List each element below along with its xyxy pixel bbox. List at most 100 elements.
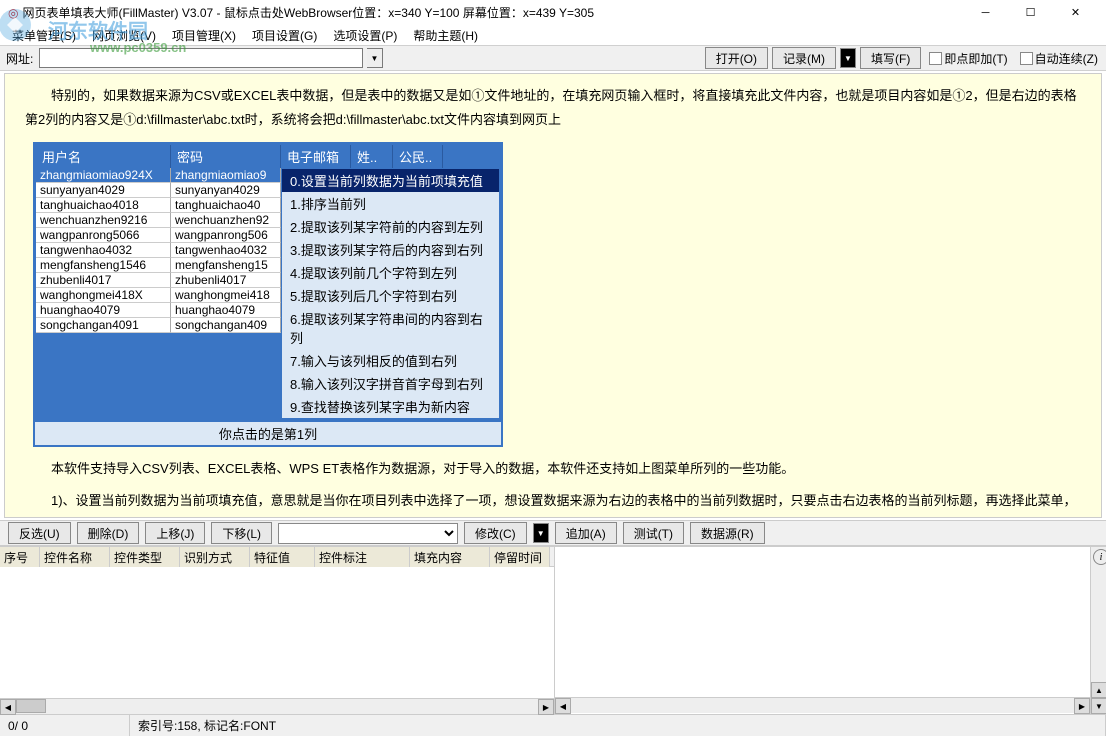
context-item[interactable]: 2.提取该列某字符前的内容到左列 (282, 215, 499, 238)
table-row[interactable]: wanghongmei418Xwanghongmei418 (36, 288, 281, 303)
context-item[interactable]: 0.设置当前列数据为当前项填充值 (282, 169, 499, 192)
auto-continuous-checkbox[interactable] (1020, 52, 1033, 65)
grid-body[interactable] (0, 567, 554, 698)
context-item[interactable]: 4.提取该列前几个字符到左列 (282, 261, 499, 284)
scroll-right-icon[interactable]: ▶ (538, 699, 554, 715)
cell-pass: tangwenhao4032 (171, 243, 281, 258)
menu-project[interactable]: 项目管理(X) (164, 25, 244, 46)
field-select[interactable] (278, 523, 458, 544)
table-row[interactable]: wenchuanzhen9216wenchuanzhen92 (36, 213, 281, 228)
context-menu: 0.设置当前列数据为当前项填充值1.排序当前列2.提取该列某字符前的内容到左列3… (281, 168, 500, 419)
scroll-up-icon[interactable]: ▲ (1091, 682, 1106, 698)
close-button[interactable]: ✕ (1053, 0, 1098, 25)
col-email[interactable]: 电子邮箱 (281, 145, 351, 168)
context-item[interactable]: 1.排序当前列 (282, 192, 499, 215)
context-item[interactable]: 8.输入该列汉字拼音首字母到右列 (282, 372, 499, 395)
cell-pass: songchangan409 (171, 318, 281, 333)
data-header: 用户名 密码 电子邮箱 姓.. 公民.. (36, 145, 500, 168)
cell-pass: huanghao4079 (171, 303, 281, 318)
test-button[interactable]: 测试(T) (623, 522, 684, 544)
cell-user: mengfansheng1546 (36, 258, 171, 273)
right-scrollbar-h[interactable]: ◀ ▶ (555, 697, 1090, 713)
cell-user: tangwenhao4032 (36, 243, 171, 258)
cell-pass: wenchuanzhen92 (171, 213, 281, 228)
scroll-thumb[interactable] (16, 699, 46, 713)
cell-user: tanghuaichao4018 (36, 198, 171, 213)
context-item[interactable]: 6.提取该列某字符串间的内容到右列 (282, 307, 499, 349)
context-item[interactable]: 5.提取该列后几个字符到右列 (282, 284, 499, 307)
col-password[interactable]: 密码 (171, 145, 281, 168)
scroll-right-icon[interactable]: ▶ (1074, 698, 1090, 714)
grid-col-header[interactable]: 停留时间 (490, 547, 550, 567)
table-row[interactable]: zhangmiaomiao924Xzhangmiaomiao9 (36, 168, 281, 183)
content-area: 特别的，如果数据来源为CSV或EXCEL表中数据，但是表中的数据又是如①文件地址… (4, 73, 1102, 518)
preview-pane[interactable]: ◀ ▶ (555, 547, 1090, 714)
grid-col-header[interactable]: 序号 (0, 547, 40, 567)
scroll-down-icon[interactable]: ▼ (1091, 698, 1106, 714)
menu-project-settings[interactable]: 项目设置(G) (244, 25, 325, 46)
grid-col-header[interactable]: 控件标注 (315, 547, 410, 567)
data-block: 用户名 密码 电子邮箱 姓.. 公民.. zhangmiaomiao924Xzh… (33, 142, 503, 447)
cell-user: zhangmiaomiao924X (36, 168, 171, 183)
menu-manage[interactable]: 菜单管理(S) (4, 25, 84, 46)
right-pane: ◀ ▶ i ▲ ▼ (555, 547, 1106, 714)
context-item[interactable]: 9.查找替换该列某字串为新内容 (282, 395, 499, 418)
col-extra[interactable]: 公民.. (393, 145, 443, 168)
cell-user: zhubenli4017 (36, 273, 171, 288)
url-dropdown[interactable]: ▼ (367, 48, 383, 68)
table-row[interactable]: songchangan4091songchangan409 (36, 318, 281, 333)
grid-col-header[interactable]: 填充内容 (410, 547, 490, 567)
table-row[interactable]: huanghao4079huanghao4079 (36, 303, 281, 318)
auto-continuous-label: 自动连续(Z) (1035, 50, 1098, 67)
title-bar: ◎ 网页表单填表大师(FillMaster) V3.07 - 鼠标点击处WebB… (0, 0, 1106, 25)
col-name[interactable]: 姓.. (351, 145, 393, 168)
table-row[interactable]: zhubenli4017zhubenli4017 (36, 273, 281, 288)
cell-pass: sunyanyan4029 (171, 183, 281, 198)
cell-pass: wangpanrong506 (171, 228, 281, 243)
fill-button[interactable]: 填写(F) (860, 47, 921, 69)
scroll-left-icon[interactable]: ◀ (0, 699, 16, 715)
delete-button[interactable]: 删除(D) (77, 522, 140, 544)
context-item[interactable]: 3.提取该列某字符后的内容到右列 (282, 238, 499, 261)
datasource-button[interactable]: 数据源(R) (690, 522, 765, 544)
minimize-button[interactable]: ─ (963, 0, 1008, 25)
grid-col-header[interactable]: 控件类型 (110, 547, 180, 567)
url-input[interactable] (39, 48, 363, 68)
append-button[interactable]: 追加(A) (555, 522, 617, 544)
maximize-button[interactable]: ☐ (1008, 0, 1053, 25)
grid-scrollbar-h[interactable]: ◀ ▶ (0, 698, 554, 714)
grid-col-header[interactable]: 控件名称 (40, 547, 110, 567)
grid-col-header[interactable]: 识别方式 (180, 547, 250, 567)
data-footer: 你点击的是第1列 (33, 422, 503, 447)
record-dropdown[interactable]: ▼ (840, 48, 856, 68)
menu-browse[interactable]: 网页浏览(V) (84, 25, 164, 46)
modify-button[interactable]: 修改(C) (464, 522, 527, 544)
table-row[interactable]: tangwenhao4032tangwenhao4032 (36, 243, 281, 258)
status-count: 0/ 0 (0, 715, 130, 736)
scroll-left-icon[interactable]: ◀ (555, 698, 571, 714)
menu-options[interactable]: 选项设置(P) (325, 25, 405, 46)
open-button[interactable]: 打开(O) (705, 47, 768, 69)
table-row[interactable]: sunyanyan4029sunyanyan4029 (36, 183, 281, 198)
grid-header: 序号控件名称控件类型识别方式特征值控件标注填充内容停留时间 (0, 547, 554, 567)
grid-col-header[interactable]: 特征值 (250, 547, 315, 567)
info-icon[interactable]: i (1093, 549, 1106, 565)
table-row[interactable]: wangpanrong5066wangpanrong506 (36, 228, 281, 243)
col-username[interactable]: 用户名 (36, 145, 171, 168)
movedown-button[interactable]: 下移(L) (211, 522, 272, 544)
action-bar: 反选(U) 删除(D) 上移(J) 下移(L) 修改(C) ▼ 追加(A) 测试… (0, 520, 1106, 546)
table-row[interactable]: tanghuaichao4018tanghuaichao40 (36, 198, 281, 213)
invert-button[interactable]: 反选(U) (8, 522, 71, 544)
cell-user: wangpanrong5066 (36, 228, 171, 243)
moveup-button[interactable]: 上移(J) (145, 522, 205, 544)
record-button[interactable]: 记录(M) (772, 47, 836, 69)
menu-help[interactable]: 帮助主题(H) (405, 25, 486, 46)
table-row[interactable]: mengfansheng1546mengfansheng15 (36, 258, 281, 273)
instant-add-checkbox[interactable] (929, 52, 942, 65)
modify-dropdown[interactable]: ▼ (533, 523, 549, 543)
cell-user: songchangan4091 (36, 318, 171, 333)
right-scrollbar-v[interactable]: i ▲ ▼ (1090, 547, 1106, 714)
context-item[interactable]: 7.输入与该列相反的值到右列 (282, 349, 499, 372)
cell-pass: mengfansheng15 (171, 258, 281, 273)
app-icon: ◎ (8, 6, 18, 20)
